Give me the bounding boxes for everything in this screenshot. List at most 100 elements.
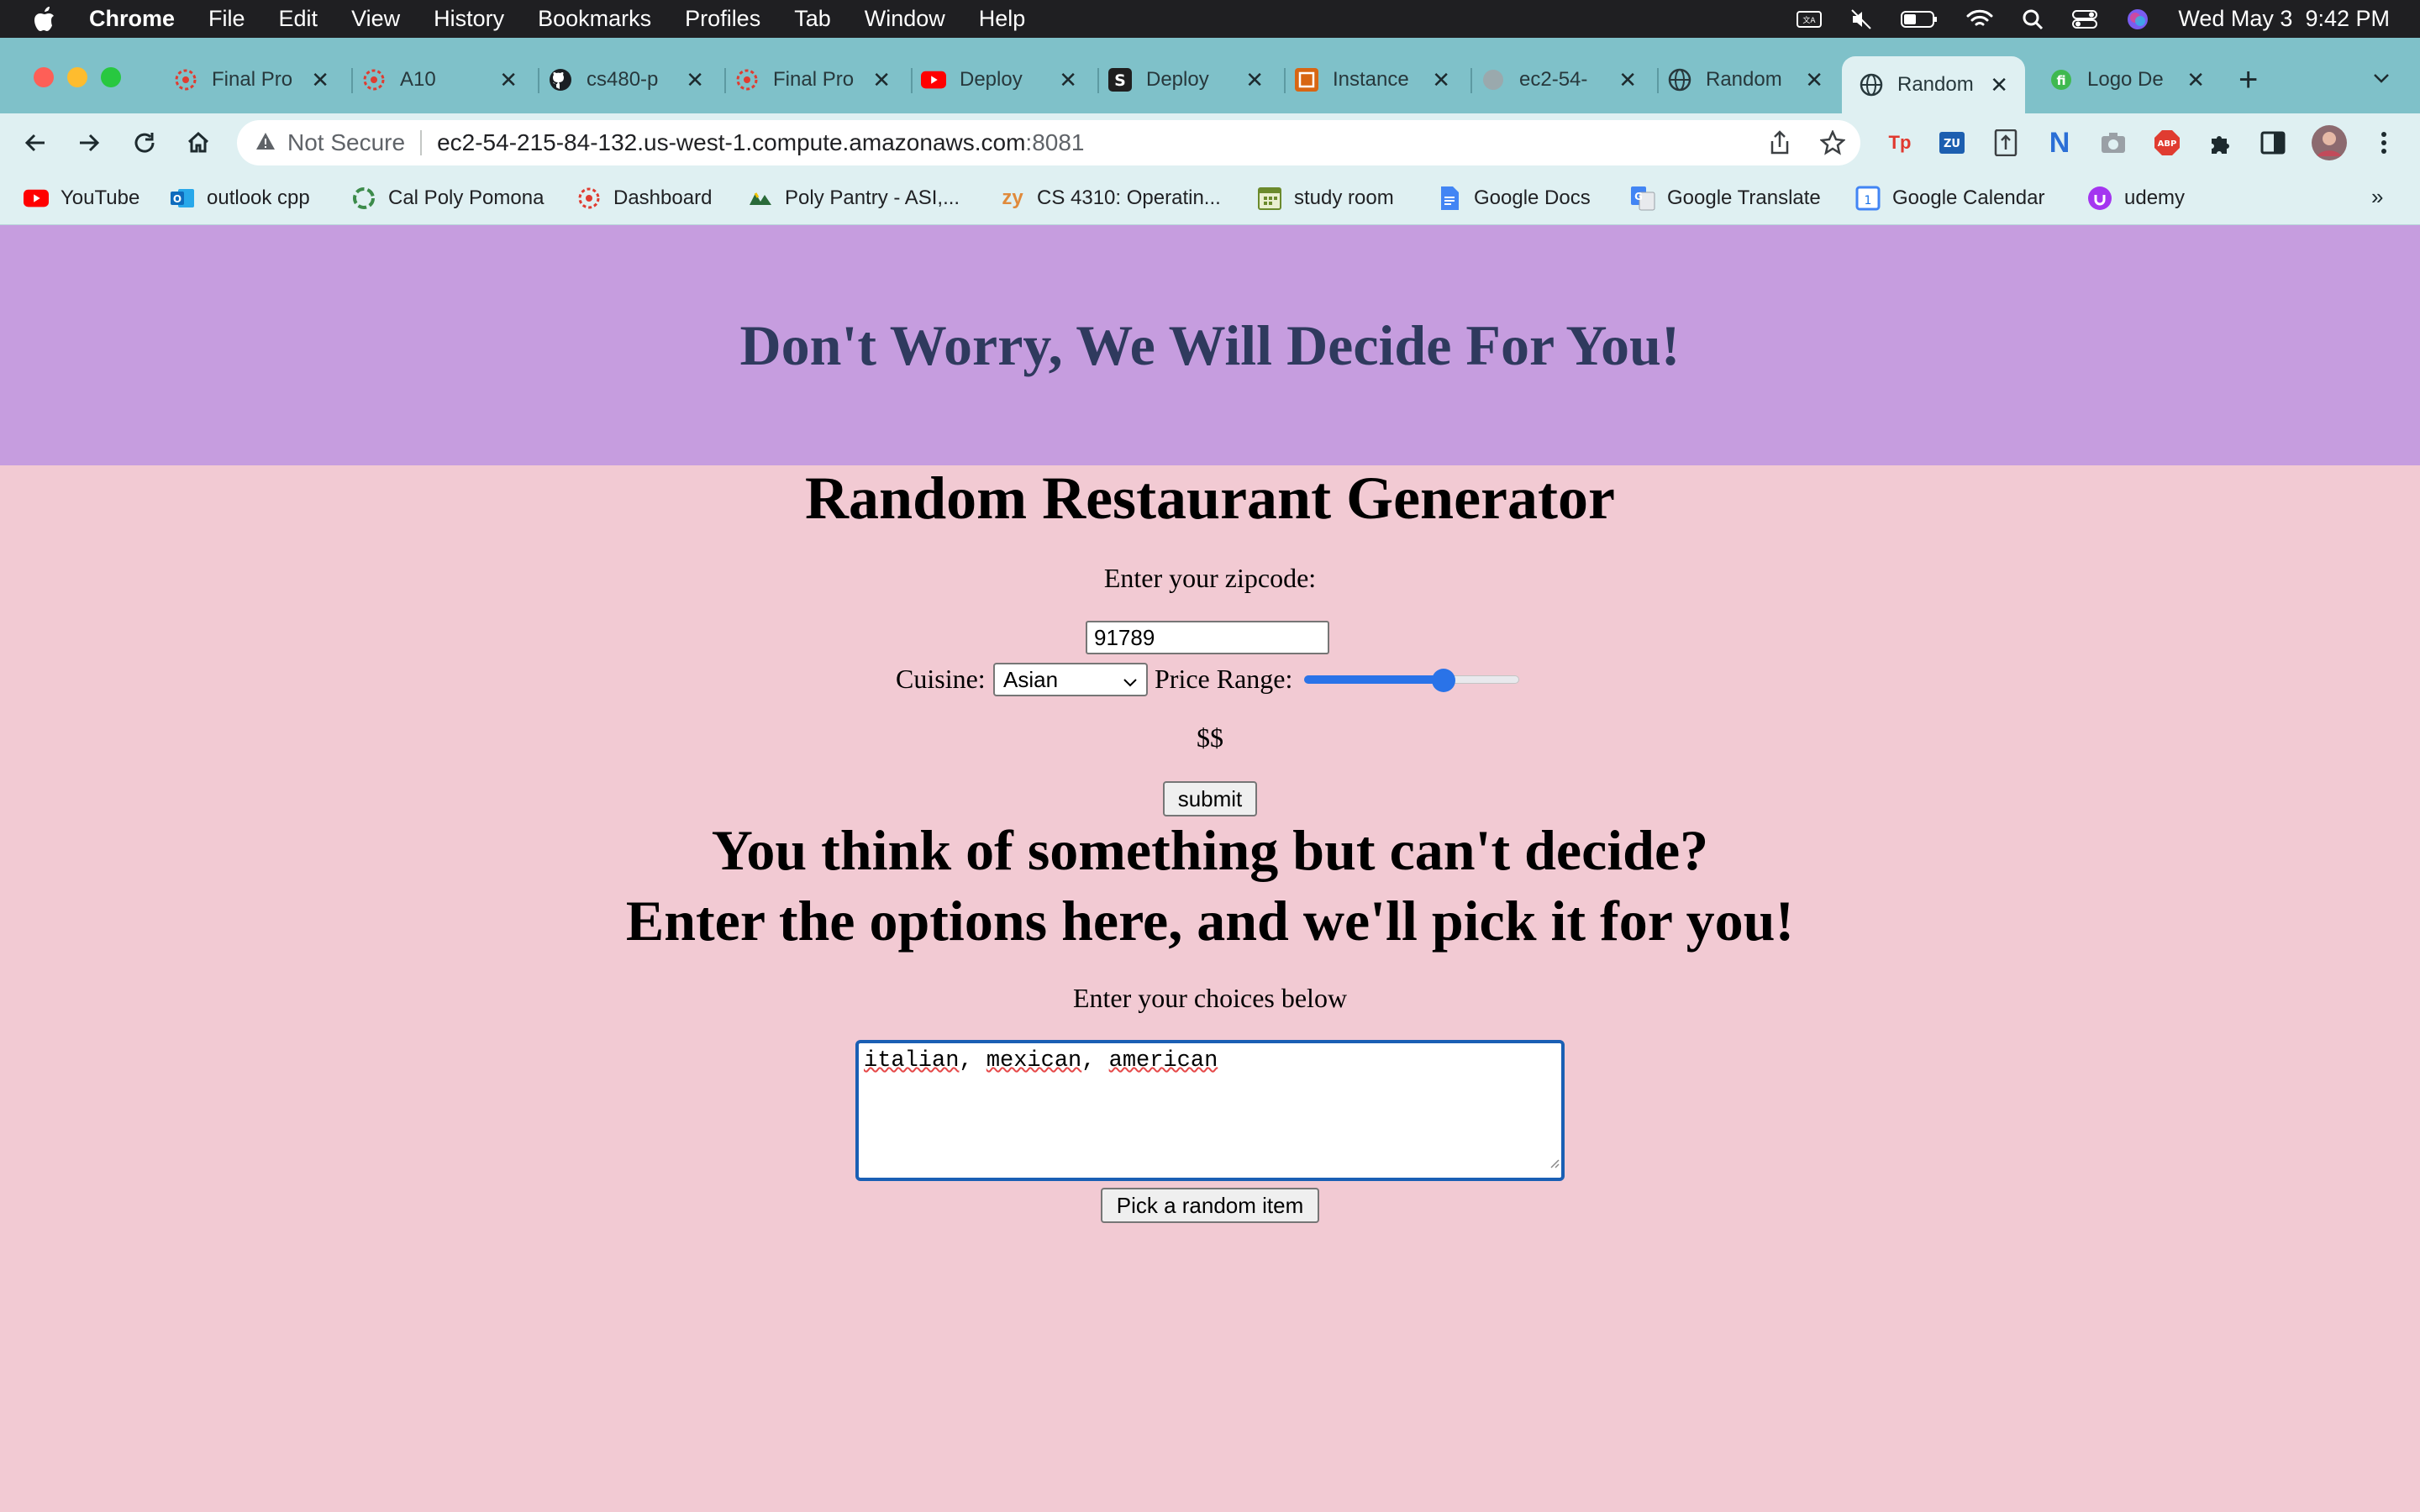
menu-bookmarks[interactable]: Bookmarks	[538, 6, 651, 32]
home-icon[interactable]	[183, 128, 213, 158]
mute-icon[interactable]	[1850, 8, 1872, 30]
tab-close-icon[interactable]: ✕	[1990, 72, 2008, 98]
outlook-icon: O	[170, 186, 195, 211]
close-window-button[interactable]	[34, 67, 54, 87]
share-icon[interactable]	[1768, 130, 1791, 161]
adblock-plus-icon[interactable]: ABP	[2151, 127, 2183, 159]
bookmark-poly-pantry[interactable]: Poly Pantry - ASI,...	[748, 184, 960, 213]
wifi-icon[interactable]	[1966, 9, 1993, 29]
bookmark-google-docs[interactable]: Google Docs	[1437, 184, 1591, 213]
bookmark-google-translate[interactable]: G Google Translate	[1630, 184, 1821, 213]
forward-arrow-icon[interactable]	[74, 128, 104, 158]
bookmark-youtube[interactable]: YouTube	[24, 184, 139, 213]
profile-avatar[interactable]	[2311, 124, 2348, 161]
price-range-value: $$	[1197, 722, 1223, 753]
address-bar[interactable]: Not Secure ec2-54-215-84-132.us-west-1.c…	[237, 120, 1860, 165]
tab-deploy-s[interactable]: S Deploy ✕	[1097, 56, 1264, 103]
google-calendar-icon: 1	[1855, 186, 1881, 211]
new-tab-button[interactable]: +	[2238, 63, 2258, 97]
tab-instance-aws[interactable]: Instance ✕	[1284, 56, 1450, 103]
tab-close-icon[interactable]: ✕	[499, 67, 518, 93]
tab-final-project-1[interactable]: Final Pro ✕	[173, 56, 329, 103]
warning-triangle-icon[interactable]	[255, 129, 276, 156]
globe-icon	[1481, 67, 1506, 92]
tab-ec2-host[interactable]: ec2-54- ✕	[1470, 56, 1637, 103]
notion-n-extension-icon[interactable]: N	[2044, 127, 2075, 159]
bookmark-study-room[interactable]: study room	[1257, 184, 1394, 213]
apple-menu-icon[interactable]	[32, 5, 57, 34]
canvas-icon	[734, 67, 760, 92]
tab-random-active[interactable]: Random ✕	[1842, 56, 2025, 113]
aws-icon	[1294, 67, 1319, 92]
chrome-menu-icon[interactable]	[2368, 127, 2400, 159]
slider-thumb[interactable]	[1432, 669, 1456, 692]
bookmark-label: outlook cpp	[207, 186, 310, 209]
tp-extension-icon[interactable]: Tp	[1884, 127, 1916, 159]
more-bookmarks-icon[interactable]: »	[2371, 184, 2383, 210]
upload-extension-icon[interactable]	[1990, 127, 2022, 159]
tab-search-chevron-icon[interactable]	[2371, 68, 2391, 92]
extensions-puzzle-icon[interactable]	[2205, 127, 2237, 159]
bookmark-star-icon[interactable]	[1819, 129, 1846, 161]
page-title: Random Restaurant Generator	[805, 465, 1615, 532]
pick-random-item-button[interactable]: Pick a random item	[1101, 1188, 1319, 1223]
tab-close-icon[interactable]: ✕	[2186, 67, 2205, 93]
tab-close-icon[interactable]: ✕	[686, 67, 704, 93]
tab-a10[interactable]: A10 ✕	[351, 56, 518, 103]
cuisine-select[interactable]: Asian	[993, 663, 1148, 696]
menu-help[interactable]: Help	[979, 6, 1026, 32]
menu-edit[interactable]: Edit	[279, 6, 318, 32]
menu-app-name[interactable]: Chrome	[89, 6, 175, 32]
bookmark-cs4310[interactable]: zy CS 4310: Operatin...	[1000, 184, 1220, 213]
security-status-label[interactable]: Not Secure	[287, 129, 405, 156]
minimize-window-button[interactable]	[67, 67, 87, 87]
zipcode-input[interactable]	[1086, 621, 1329, 654]
menu-view[interactable]: View	[351, 6, 400, 32]
menu-file[interactable]: File	[208, 6, 245, 32]
bookmark-google-calendar[interactable]: 1 Google Calendar	[1855, 184, 2044, 213]
keyboard-icon[interactable]: 文A	[1797, 9, 1823, 29]
bookmark-udemy[interactable]: udemy	[2087, 184, 2185, 213]
bookmark-label: Google Translate	[1667, 186, 1821, 209]
url-port[interactable]: :8081	[1025, 129, 1084, 156]
bookmark-cal-poly-pomona[interactable]: Cal Poly Pomona	[351, 184, 544, 213]
tab-cs480-github[interactable]: cs480-p ✕	[538, 56, 704, 103]
tab-random-1[interactable]: Random ✕	[1657, 56, 1823, 103]
siri-icon[interactable]	[2126, 8, 2149, 31]
choice-word: mexican	[986, 1048, 1082, 1074]
tab-close-icon[interactable]: ✕	[1805, 67, 1823, 93]
menu-window[interactable]: Window	[865, 6, 945, 32]
filter-row: Cuisine: Asian Price Range:	[0, 660, 2420, 699]
url-host[interactable]: ec2-54-215-84-132.us-west-1.compute.amaz…	[437, 129, 1025, 156]
zu-extension-icon[interactable]: ZU	[1936, 127, 1968, 159]
resize-handle-icon[interactable]	[1548, 1151, 1560, 1176]
price-range-slider[interactable]	[1304, 669, 1519, 692]
control-center-icon[interactable]	[2072, 9, 2098, 29]
submit-button[interactable]: submit	[1163, 781, 1257, 816]
clock[interactable]: Wed May 3 9:42 PM	[2178, 6, 2390, 32]
menu-history[interactable]: History	[434, 6, 504, 32]
tab-close-icon[interactable]: ✕	[1618, 67, 1637, 93]
tab-final-project-2[interactable]: Final Pro ✕	[724, 56, 891, 103]
udemy-icon	[2087, 186, 2112, 211]
menu-profiles[interactable]: Profiles	[685, 6, 760, 32]
maximize-window-button[interactable]	[101, 67, 121, 87]
reload-icon[interactable]	[129, 128, 160, 158]
choices-textarea[interactable]: italian, mexican, american	[855, 1040, 1565, 1181]
battery-icon[interactable]	[1901, 10, 1938, 29]
bookmark-outlook[interactable]: O outlook cpp	[170, 184, 310, 213]
tab-close-icon[interactable]: ✕	[1245, 67, 1264, 93]
tab-logo-design[interactable]: fi Logo De ✕	[2049, 56, 2205, 103]
macos-menu-bar: Chrome File Edit View History Bookmarks …	[0, 0, 2420, 38]
camera-extension-icon[interactable]	[2097, 127, 2129, 159]
tab-deploy-youtube[interactable]: Deploy ✕	[911, 56, 1077, 103]
menu-tab[interactable]: Tab	[794, 6, 831, 32]
tab-close-icon[interactable]: ✕	[311, 67, 329, 93]
tab-close-icon[interactable]: ✕	[1432, 67, 1450, 93]
tab-close-icon[interactable]: ✕	[1059, 67, 1077, 93]
back-arrow-icon[interactable]	[20, 128, 50, 158]
bookmark-dashboard[interactable]: Dashboard	[576, 184, 712, 213]
side-panel-icon[interactable]	[2257, 127, 2289, 159]
spotlight-search-icon[interactable]	[2022, 8, 2044, 30]
tab-close-icon[interactable]: ✕	[872, 67, 891, 93]
